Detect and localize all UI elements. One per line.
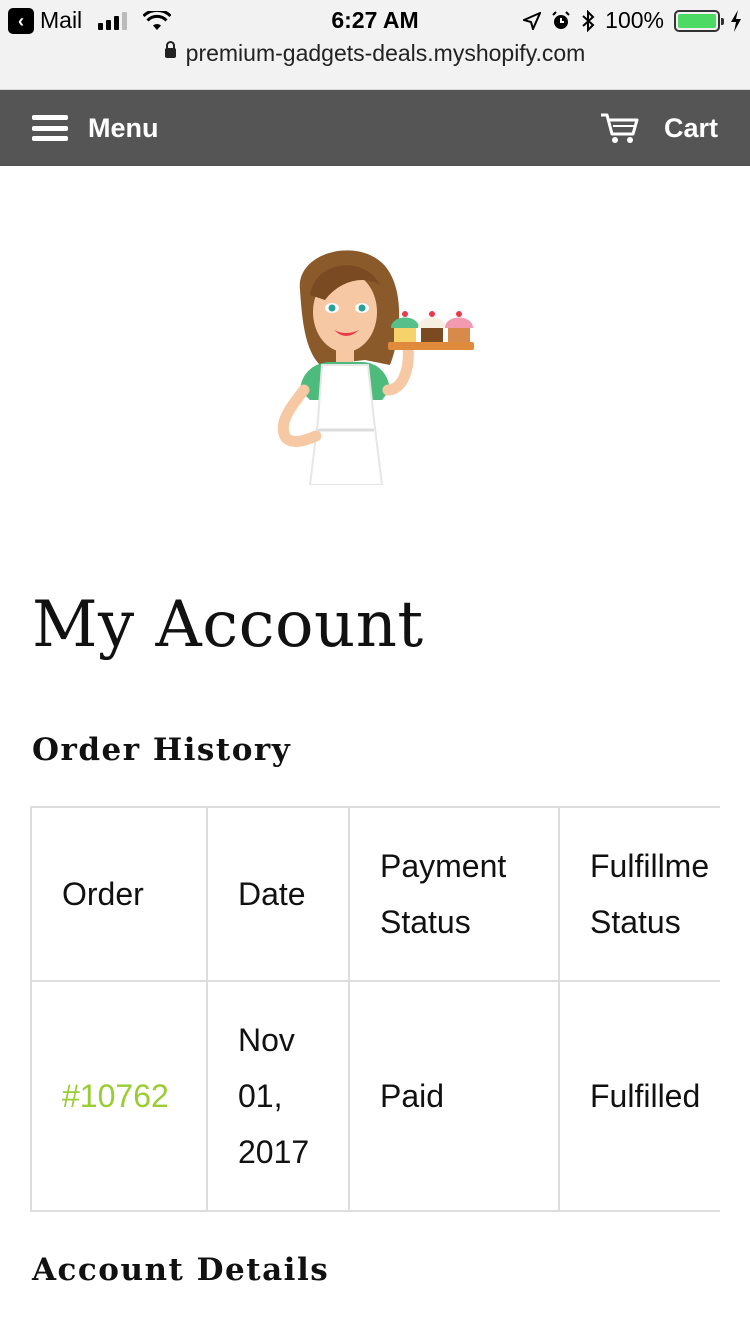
date-line2: 01, bbox=[238, 1078, 283, 1114]
date-line3: 2017 bbox=[238, 1134, 310, 1170]
bluetooth-icon bbox=[582, 9, 595, 32]
battery-icon bbox=[674, 9, 724, 32]
hamburger-icon bbox=[32, 115, 68, 141]
header-fulfillment-line2: Status bbox=[590, 904, 681, 940]
fulfillment-status-cell: Fulfilled bbox=[558, 980, 720, 1212]
url-bar[interactable]: premium-gadgets-deals.myshopify.com bbox=[0, 40, 750, 67]
battery-percent: 100% bbox=[605, 7, 664, 33]
alarm-icon bbox=[552, 10, 570, 29]
order-history-heading: Order History bbox=[32, 732, 292, 768]
header-payment-line1: Payment bbox=[380, 848, 507, 884]
account-details-heading: Account Details bbox=[32, 1252, 330, 1288]
menu-label: Menu bbox=[88, 112, 159, 143]
header-payment-line2: Status bbox=[380, 904, 471, 940]
charging-icon bbox=[731, 9, 741, 32]
url-text: premium-gadgets-deals.myshopify.com bbox=[185, 40, 586, 66]
table-row: #10762 Nov 01, 2017 Paid Fulfilled bbox=[30, 980, 720, 1212]
menu-button[interactable]: Menu bbox=[32, 108, 159, 148]
page-title: My Account bbox=[32, 588, 424, 662]
cart-label: Cart bbox=[663, 112, 718, 143]
header-fulfillment-status: Fulfillme Status bbox=[558, 806, 720, 982]
order-cell: #10762 bbox=[30, 980, 208, 1212]
cart-button[interactable]: Cart bbox=[600, 108, 718, 148]
site-header: Menu Cart bbox=[0, 90, 750, 166]
location-icon bbox=[523, 11, 542, 30]
date-line1: Nov bbox=[238, 1022, 295, 1058]
payment-status-cell: Paid bbox=[348, 980, 560, 1212]
lock-icon bbox=[164, 40, 176, 58]
browser-status-bar: ‹ Mail 6:27 AM 100% premium-gadgets-deal… bbox=[0, 0, 750, 90]
header-payment-status: Payment Status bbox=[348, 806, 560, 982]
order-number-link[interactable]: #10762 bbox=[62, 1078, 169, 1114]
cart-icon bbox=[600, 113, 639, 143]
table-header-row: Order Date Payment Status Fulfillme Stat… bbox=[30, 806, 720, 982]
order-history-table: Order Date Payment Status Fulfillme Stat… bbox=[30, 806, 720, 1212]
store-logo[interactable] bbox=[270, 240, 480, 485]
header-date: Date bbox=[206, 806, 350, 982]
header-fulfillment-line1: Fulfillme bbox=[590, 848, 710, 884]
header-order: Order bbox=[30, 806, 208, 982]
date-cell: Nov 01, 2017 bbox=[206, 980, 350, 1212]
